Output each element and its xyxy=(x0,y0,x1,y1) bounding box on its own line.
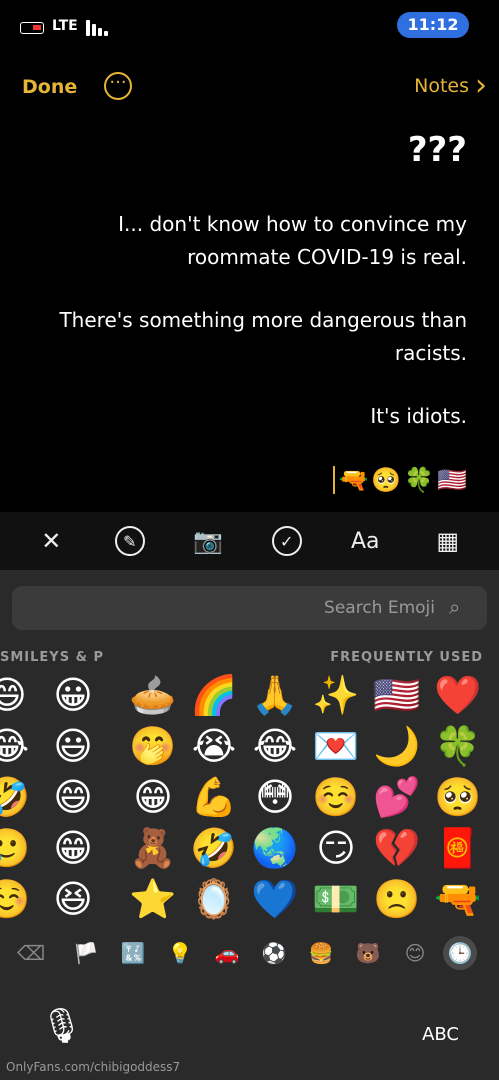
emoji-key[interactable]: 🤣 xyxy=(0,772,32,822)
emoji-key[interactable]: 🥺 xyxy=(433,772,483,822)
emoji-key[interactable]: ☺️ xyxy=(0,874,32,924)
note-emoji: 🔫 xyxy=(338,466,369,494)
emoji-key[interactable]: 😏 xyxy=(311,823,361,873)
note-body[interactable]: ??? I... don't know how to convince my r… xyxy=(47,130,467,463)
emoji-key[interactable]: 😄 xyxy=(0,670,32,720)
chevron-right-icon: › xyxy=(475,68,487,103)
abc-keyboard-button[interactable]: ABC xyxy=(422,1024,459,1045)
food-icon[interactable]: 🍔 xyxy=(306,938,336,968)
note-paragraph: I... don't know how to convince my roomm… xyxy=(118,212,467,269)
emoji-key[interactable]: 🥧 xyxy=(128,670,178,720)
watermark-text: OnlyFans.com/chibigoddess7 xyxy=(6,1060,181,1074)
camera-icon[interactable]: 📷 xyxy=(189,522,227,560)
emoji-key[interactable]: 😀 xyxy=(48,670,98,720)
activity-icon[interactable]: ⚽ xyxy=(259,938,289,968)
emoji-key[interactable]: 🔫 xyxy=(433,874,483,924)
emoji-key[interactable]: 🙁 xyxy=(372,874,422,924)
markup-pen-icon[interactable]: ✎ xyxy=(114,526,145,556)
delete-icon[interactable]: ⌫ xyxy=(16,938,46,968)
section-label-frequent: FREQUENTLY USED xyxy=(330,650,483,665)
animals-icon[interactable]: 🐻 xyxy=(353,938,383,968)
emoji-search-field[interactable]: Search Emoji ⌕ xyxy=(12,586,487,630)
done-button[interactable]: Done xyxy=(22,76,77,98)
emoji-key[interactable]: 🍀 xyxy=(433,721,483,771)
note-paragraph: There's something more dangerous than ra… xyxy=(59,308,467,365)
emoji-key[interactable]: 😆 xyxy=(48,874,98,924)
text-format-icon[interactable]: Aa xyxy=(346,522,384,560)
emoji-key[interactable]: 🌙 xyxy=(372,721,422,771)
back-label: Notes xyxy=(414,75,469,97)
notes-toolbar: ✕ ✎ 📷 ✓ Aa ▦ xyxy=(0,512,499,570)
emoji-key[interactable]: 😄 xyxy=(48,772,98,822)
emoji-key[interactable]: 💙 xyxy=(250,874,300,924)
emoji-key[interactable]: 🤣 xyxy=(189,823,239,873)
emoji-key[interactable]: ✨ xyxy=(311,670,361,720)
emoji-key[interactable]: ☺️ xyxy=(311,772,361,822)
emoji-key[interactable]: 💔 xyxy=(372,823,422,873)
emoji-key[interactable]: 😃 xyxy=(48,721,98,771)
close-icon[interactable]: ✕ xyxy=(32,522,70,560)
note-emoji: 🍀 xyxy=(404,466,435,494)
emoji-key[interactable]: 💵 xyxy=(311,874,361,924)
note-title: ??? xyxy=(407,130,467,170)
note-emoji: 🥺 xyxy=(371,466,402,494)
emoji-key[interactable]: 🥲 xyxy=(0,823,32,873)
emoji-key[interactable]: 🤭 xyxy=(128,721,178,771)
microphone-icon[interactable]: 🎙 xyxy=(40,1006,83,1046)
emoji-key[interactable]: ⭐ xyxy=(128,874,178,924)
emoji-key[interactable]: 💌 xyxy=(311,721,361,771)
status-bar: LTE 11:12 xyxy=(0,0,499,52)
emoji-key[interactable]: 💪 xyxy=(189,772,239,822)
objects-icon[interactable]: 💡 xyxy=(165,938,195,968)
emoji-category-bar: 🕒 😊 🐻 🍔 ⚽ 🚗 💡 🔣 🏳️ ⌫ xyxy=(0,932,499,976)
table-icon[interactable]: ▦ xyxy=(429,522,467,560)
travel-icon[interactable]: 🚗 xyxy=(212,938,242,968)
emoji-key[interactable]: 😁 xyxy=(128,772,178,822)
emoji-key[interactable]: 😭 xyxy=(189,721,239,771)
emoji-key[interactable]: 😳 xyxy=(250,772,300,822)
emoji-key[interactable]: 🧧 xyxy=(433,823,483,873)
battery-icon xyxy=(20,22,44,34)
emoji-key[interactable]: 🙏 xyxy=(250,670,300,720)
flags-icon[interactable]: 🏳️ xyxy=(71,938,101,968)
emoji-keyboard: Search Emoji ⌕ FREQUENTLY USED SMILEYS &… xyxy=(0,570,499,1080)
note-emoji: 🇺🇸 xyxy=(437,466,467,494)
search-icon: ⌕ xyxy=(449,595,461,619)
emoji-key[interactable]: 🇺🇸 xyxy=(372,670,422,720)
emoji-key[interactable]: 🧸 xyxy=(128,823,178,873)
note-paragraph: It's idiots. xyxy=(370,404,467,428)
emoji-key[interactable]: 🪞 xyxy=(189,874,239,924)
section-label-smileys: SMILEYS & P xyxy=(0,650,104,665)
search-placeholder: Search Emoji xyxy=(324,598,435,618)
emoji-key[interactable]: 🌏 xyxy=(250,823,300,873)
emoji-grid: ❤️ 🇺🇸 ✨ 🙏 🌈 🥧 🍀 🌙 💌 😂 😭 🤭 🥺 💕 ☺️ 😳 💪 😁 🧧… xyxy=(0,670,499,922)
emoji-key[interactable]: 😂 xyxy=(0,721,32,771)
emoji-key[interactable]: ❤️ xyxy=(433,670,483,720)
emoji-key[interactable]: 💕 xyxy=(372,772,422,822)
emoji-key[interactable]: 🌈 xyxy=(189,670,239,720)
more-options-icon[interactable]: ··· xyxy=(104,72,132,100)
back-to-notes-button[interactable]: Notes › xyxy=(414,68,487,103)
emoji-key[interactable]: 😁 xyxy=(48,823,98,873)
emoji-key[interactable]: 😂 xyxy=(250,721,300,771)
recent-clock-icon[interactable]: 🕒 xyxy=(443,936,477,970)
symbols-icon[interactable]: 🔣 xyxy=(118,938,148,968)
note-emoji-line[interactable]: 🔫 🥺 🍀 🇺🇸 xyxy=(331,466,467,494)
status-time[interactable]: 11:12 xyxy=(397,12,469,38)
checklist-icon[interactable]: ✓ xyxy=(271,526,302,556)
signal-icon xyxy=(86,20,108,36)
smileys-icon[interactable]: 😊 xyxy=(400,938,430,968)
carrier-label: LTE xyxy=(52,18,78,34)
text-cursor xyxy=(333,466,336,494)
